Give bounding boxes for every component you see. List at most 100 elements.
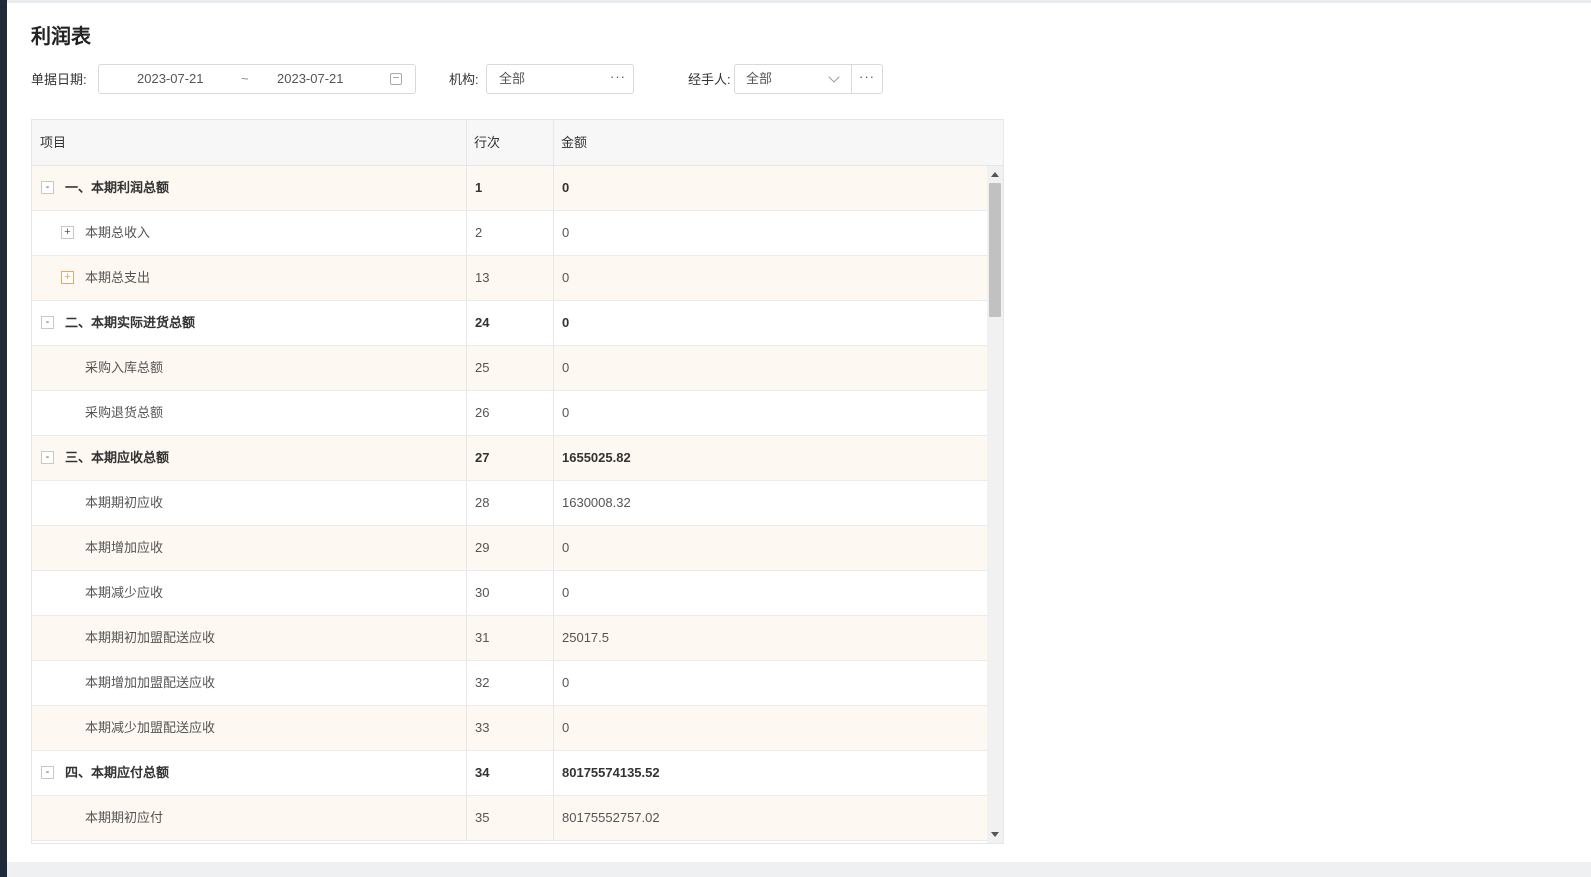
scroll-thumb[interactable] (989, 183, 1001, 317)
table-row[interactable]: - 二、本期实际进货总额 24 0 (32, 301, 987, 346)
more-icon[interactable]: ··· (610, 69, 626, 84)
column-divider (466, 661, 467, 705)
collapse-icon[interactable]: - (41, 451, 54, 464)
header-item[interactable]: 项目 (32, 120, 466, 165)
table-row[interactable]: 本期期初应收 28 1630008.32 (32, 481, 987, 526)
handler-label: 经手人: (688, 72, 731, 87)
top-shadow (7, 0, 1591, 3)
header-row-no[interactable]: 行次 (466, 120, 553, 165)
column-divider (553, 571, 554, 615)
table-row[interactable]: 本期期初应付 35 80175552757.02 (32, 796, 987, 841)
row-number: 2 (475, 225, 483, 240)
column-divider (553, 166, 554, 210)
column-divider (466, 256, 467, 300)
collapse-icon[interactable]: - (41, 316, 54, 329)
collapse-icon[interactable]: - (41, 766, 54, 779)
chevron-down-icon[interactable] (828, 71, 840, 83)
left-edge (0, 0, 7, 877)
column-divider (553, 796, 554, 840)
row-amount: 80175552757.02 (562, 810, 660, 825)
row-number: 25 (475, 360, 490, 375)
row-amount: 0 (562, 540, 570, 555)
column-divider (553, 616, 554, 660)
column-divider (553, 751, 554, 795)
collapse-icon[interactable]: - (41, 181, 54, 194)
column-divider (553, 526, 554, 570)
table-row[interactable]: 本期减少应收 30 0 (32, 571, 987, 616)
column-divider (466, 481, 467, 525)
column-divider (466, 706, 467, 750)
column-divider (553, 256, 554, 300)
row-amount: 0 (562, 225, 570, 240)
row-number: 26 (475, 405, 490, 420)
column-divider (553, 391, 554, 435)
table-row[interactable]: + 本期总支出 13 0 (32, 256, 987, 301)
row-number: 32 (475, 675, 490, 690)
row-label: 一、本期利润总额 (65, 180, 170, 195)
expand-icon[interactable]: + (61, 271, 74, 284)
calendar-icon[interactable] (390, 73, 402, 85)
arrow-down-icon[interactable] (991, 832, 999, 837)
table-body: - 一、本期利润总额 1 0 + 本期总收入 2 0 + 本期总支出 13 0- 二、本期实际进货总额 2… (32, 166, 987, 843)
column-divider (466, 436, 467, 480)
row-label: 本期总支出 (85, 270, 151, 285)
row-number: 34 (475, 765, 490, 780)
row-label: 四、本期应付总额 (65, 765, 170, 780)
bottom-bar (7, 862, 1591, 877)
vertical-scrollbar[interactable] (987, 166, 1003, 843)
column-divider (466, 301, 467, 345)
column-divider (466, 571, 467, 615)
column-divider (466, 166, 467, 210)
column-divider (466, 391, 467, 435)
row-number: 28 (475, 495, 490, 510)
column-divider (466, 346, 467, 390)
row-number: 24 (475, 315, 490, 330)
row-label: 本期期初应付 (85, 810, 164, 825)
table-row[interactable]: 本期期初加盟配送应收 31 25017.5 (32, 616, 987, 661)
row-number: 13 (475, 270, 490, 285)
table-row[interactable]: - 三、本期应收总额 27 1655025.82 (32, 436, 987, 481)
column-divider (553, 661, 554, 705)
row-number: 30 (475, 585, 490, 600)
org-select[interactable]: 全部 ··· (486, 64, 634, 94)
arrow-up-icon[interactable] (991, 172, 999, 177)
row-label: 采购入库总额 (85, 360, 164, 375)
date-start-input[interactable]: 2023-07-21 (137, 71, 204, 87)
row-number: 1 (475, 180, 483, 195)
table-row[interactable]: 本期增加应收 29 0 (32, 526, 987, 571)
table-header: 项目 行次 金额 (32, 120, 1003, 166)
table-row[interactable]: + 本期总收入 2 0 (32, 211, 987, 256)
table-row[interactable]: - 四、本期应付总额 34 80175574135.52 (32, 751, 987, 796)
row-label: 二、本期实际进货总额 (65, 315, 196, 330)
table-row[interactable]: 本期增加加盟配送应收 32 0 (32, 661, 987, 706)
table-row[interactable]: 采购退货总额 26 0 (32, 391, 987, 436)
row-amount: 0 (562, 270, 570, 285)
row-amount: 0 (562, 585, 570, 600)
table-row[interactable]: 本期减少加盟配送应收 33 0 (32, 706, 987, 751)
date-end-input[interactable]: 2023-07-21 (277, 71, 344, 87)
row-label: 本期减少加盟配送应收 (85, 720, 216, 735)
row-label: 本期减少应收 (85, 585, 164, 600)
row-number: 35 (475, 810, 490, 825)
date-label: 单据日期: (31, 72, 87, 87)
row-label: 三、本期应收总额 (65, 450, 170, 465)
header-amount[interactable]: 金额 (553, 120, 1003, 165)
row-label: 本期期初应收 (85, 495, 164, 510)
row-label: 采购退货总额 (85, 405, 164, 420)
org-label: 机构: (449, 72, 479, 87)
expand-icon[interactable]: + (61, 226, 74, 239)
column-divider (553, 346, 554, 390)
date-range-picker[interactable]: 2023-07-21 ~ 2023-07-21 (98, 64, 416, 94)
table-row[interactable]: 采购入库总额 25 0 (32, 346, 987, 391)
column-divider (553, 706, 554, 750)
row-label: 本期增加加盟配送应收 (85, 675, 216, 690)
column-divider (553, 211, 554, 255)
table-row[interactable]: - 一、本期利润总额 1 0 (32, 166, 987, 211)
column-divider (466, 211, 467, 255)
column-divider (466, 526, 467, 570)
handler-select[interactable]: 全部 (734, 64, 852, 94)
more-icon: ··· (859, 69, 875, 84)
row-number: 31 (475, 630, 490, 645)
org-value: 全部 (499, 71, 526, 86)
handler-more-button[interactable]: ··· (851, 64, 883, 94)
